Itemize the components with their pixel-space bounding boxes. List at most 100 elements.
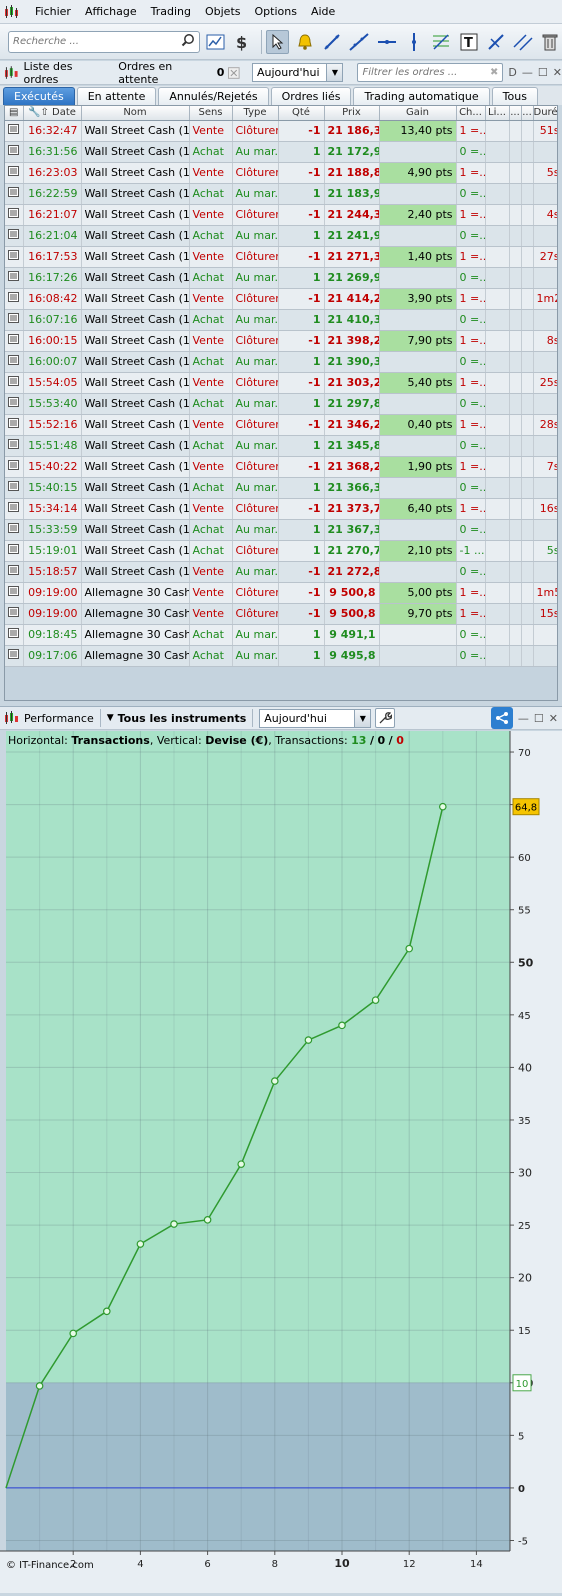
caret-down-icon[interactable]: ▼ xyxy=(107,713,114,723)
row-detail-icon[interactable] xyxy=(5,267,24,289)
fibonacci-icon[interactable] xyxy=(430,30,453,54)
maximize-icon[interactable]: ☐ xyxy=(538,66,548,79)
tab-tous[interactable]: Tous xyxy=(491,87,538,105)
tab-trading-automatique[interactable]: Trading automatique xyxy=(353,87,490,105)
col-header-ch[interactable]: Ch... xyxy=(456,106,486,121)
close-icon[interactable]: ✕ xyxy=(553,66,562,79)
search-icon[interactable] xyxy=(181,33,195,50)
col-header-gain[interactable]: Gain xyxy=(379,106,457,121)
orders-filter-input[interactable] xyxy=(362,67,483,78)
col-header-qte[interactable]: Qté xyxy=(278,106,325,121)
performance-period-select[interactable]: Aujourd'hui ▼ xyxy=(259,708,372,728)
row-detail-icon[interactable] xyxy=(5,225,24,247)
menu-aide[interactable]: Aide xyxy=(304,5,342,18)
row-detail-icon[interactable] xyxy=(5,309,24,331)
menu-options[interactable]: Options xyxy=(248,5,304,18)
table-row[interactable]: 16:00:15Wall Street Cash (1€)VenteClôtur… xyxy=(5,330,557,352)
tab-en-attente[interactable]: En attente xyxy=(76,87,157,105)
col-header-nom[interactable]: Nom xyxy=(81,106,190,121)
horizontal-line-icon[interactable] xyxy=(375,30,398,54)
row-detail-icon[interactable] xyxy=(5,456,24,478)
table-row[interactable]: 15:54:05Wall Street Cash (1€)VenteClôtur… xyxy=(5,372,557,394)
data-point[interactable] xyxy=(338,1021,346,1030)
data-point[interactable] xyxy=(270,1077,279,1085)
row-detail-icon[interactable] xyxy=(5,645,24,667)
row-detail-icon[interactable] xyxy=(5,162,24,184)
row-menu-header-icon[interactable]: ▤ xyxy=(5,106,24,121)
row-detail-icon[interactable] xyxy=(5,498,24,520)
table-row[interactable]: 16:32:47Wall Street Cash (1€)VenteClôtur… xyxy=(5,120,557,142)
table-row[interactable]: 15:53:40Wall Street Cash (1€)AchatAu mar… xyxy=(5,393,557,415)
pending-orders-indicator[interactable]: Ordres en attente 0 xyxy=(118,60,240,86)
data-point[interactable] xyxy=(69,1329,78,1338)
table-row[interactable]: 09:19:00Allemagne 30 Cash ...VenteClôtur… xyxy=(5,603,557,625)
menu-fichier[interactable]: Fichier xyxy=(28,5,78,18)
line-tool-icon[interactable] xyxy=(321,30,344,54)
minimize-icon[interactable]: — xyxy=(518,712,529,725)
tab-annules-rejetes[interactable]: Annulés/Rejetés xyxy=(158,87,269,105)
col-header-sens[interactable]: Sens xyxy=(189,106,233,121)
ray-tool-icon[interactable] xyxy=(348,30,371,54)
close-icon[interactable]: ✕ xyxy=(549,712,558,725)
table-row[interactable]: 15:52:16Wall Street Cash (1€)VenteClôtur… xyxy=(5,414,557,436)
data-point[interactable] xyxy=(304,1036,313,1044)
table-row[interactable]: 16:07:16Wall Street Cash (1€)AchatAu mar… xyxy=(5,309,557,331)
col-header-type[interactable]: Type xyxy=(232,106,279,121)
table-row[interactable]: 15:19:01Wall Street Cash (1€)AchatClôtur… xyxy=(5,540,557,562)
data-point[interactable] xyxy=(203,1216,212,1224)
share-button[interactable] xyxy=(490,707,513,729)
col-header-extra1[interactable]: ... xyxy=(509,106,522,121)
cursor-icon[interactable] xyxy=(265,29,290,54)
row-detail-icon[interactable] xyxy=(5,246,24,268)
data-point[interactable] xyxy=(237,1160,246,1168)
performance-chart[interactable]: -505101520253035404550556065702468101214… xyxy=(0,731,562,1593)
table-row[interactable]: 16:22:59Wall Street Cash (1€)AchatAu mar… xyxy=(5,183,557,205)
tab-ordres-lies[interactable]: Ordres liés xyxy=(270,87,352,105)
table-row[interactable]: 16:21:04Wall Street Cash (1€)AchatAu mar… xyxy=(5,225,557,247)
data-point[interactable] xyxy=(103,1307,111,1316)
chart-window-icon[interactable] xyxy=(204,30,227,54)
menu-trading[interactable]: Trading xyxy=(144,5,198,18)
row-detail-icon[interactable] xyxy=(5,561,24,583)
table-row[interactable]: 16:31:56Wall Street Cash (1€)AchatAu mar… xyxy=(5,141,557,163)
row-detail-icon[interactable] xyxy=(5,435,24,457)
table-row[interactable]: 15:40:22Wall Street Cash (1€)VenteClôtur… xyxy=(5,456,557,478)
table-row[interactable]: 09:17:06Allemagne 30 Cash ...AchatAu mar… xyxy=(5,645,557,667)
col-header-prix[interactable]: Prix xyxy=(324,106,380,121)
menu-affichage[interactable]: Affichage xyxy=(78,5,144,18)
data-point[interactable] xyxy=(35,1382,44,1390)
instruments-selector[interactable]: ▼ Tous les instruments xyxy=(107,712,247,725)
text-tool-icon[interactable]: T xyxy=(457,30,480,54)
data-point[interactable] xyxy=(371,996,380,1004)
table-row[interactable]: 15:40:15Wall Street Cash (1€)AchatAu mar… xyxy=(5,477,557,499)
row-detail-icon[interactable] xyxy=(5,183,24,205)
table-row[interactable]: 16:17:26Wall Street Cash (1€)AchatAu mar… xyxy=(5,267,557,289)
chevron-down-icon[interactable]: ▼ xyxy=(326,64,343,81)
row-detail-icon[interactable] xyxy=(5,414,24,436)
row-detail-icon[interactable] xyxy=(5,141,24,163)
minimize-icon[interactable]: — xyxy=(522,66,533,79)
search-box[interactable] xyxy=(8,30,201,53)
row-detail-icon[interactable] xyxy=(5,120,24,142)
col-header-date[interactable]: 🔧⇧ Date xyxy=(23,106,82,121)
orders-filter-box[interactable]: ✖ xyxy=(357,63,504,82)
row-detail-icon[interactable] xyxy=(5,204,24,226)
row-detail-icon[interactable] xyxy=(5,603,24,625)
maximize-icon[interactable]: ☐ xyxy=(534,712,544,725)
table-row[interactable]: 16:21:07Wall Street Cash (1€)VenteClôtur… xyxy=(5,204,557,226)
table-row[interactable]: 16:23:03Wall Street Cash (1€)VenteClôtur… xyxy=(5,162,557,184)
row-detail-icon[interactable] xyxy=(5,288,24,310)
table-row[interactable]: 09:18:45Allemagne 30 Cash ...AchatAu mar… xyxy=(5,624,557,646)
row-detail-icon[interactable] xyxy=(5,372,24,394)
row-detail-icon[interactable] xyxy=(5,582,24,604)
col-header-duree[interactable]: Durée xyxy=(533,106,557,121)
row-detail-icon[interactable] xyxy=(5,351,24,373)
vertical-line-icon[interactable] xyxy=(402,30,425,54)
row-detail-icon[interactable] xyxy=(5,477,24,499)
row-detail-icon[interactable] xyxy=(5,624,24,646)
data-point[interactable] xyxy=(438,802,447,811)
row-detail-icon[interactable] xyxy=(5,393,24,415)
table-row[interactable]: 16:08:42Wall Street Cash (1€)VenteClôtur… xyxy=(5,288,557,310)
table-row[interactable]: 15:34:14Wall Street Cash (1€)VenteClôtur… xyxy=(5,498,557,520)
cancel-pending-icon[interactable] xyxy=(228,66,240,79)
